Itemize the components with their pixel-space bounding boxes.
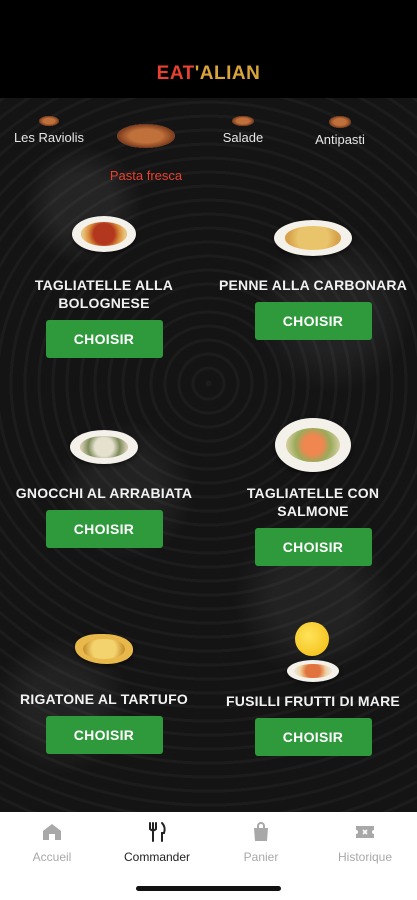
choose-button[interactable]: CHOISIR xyxy=(254,528,372,566)
nav-label: Accueil xyxy=(32,850,72,864)
dish-image xyxy=(75,634,133,664)
nav-accueil[interactable]: Accueil xyxy=(2,820,102,864)
nav-historique[interactable]: Historique xyxy=(315,820,415,864)
dish-name: RIGATONE AL TARTUFO xyxy=(20,691,188,707)
dish-card: GNOCCHI AL ARRABIATA CHOISIR xyxy=(4,430,204,548)
category-antipasti[interactable]: Antipasti xyxy=(300,116,380,147)
dish-name: PENNE ALLA CARBONARA xyxy=(218,277,408,293)
category-salade[interactable]: Salade xyxy=(204,116,282,145)
category-les-raviolis[interactable]: Les Raviolis xyxy=(8,116,90,145)
home-indicator xyxy=(136,886,281,891)
dish-card: RIGATONE AL TARTUFO CHOISIR xyxy=(4,634,204,754)
dish-card: PENNE ALLA CARBONARA CHOISIR xyxy=(213,220,413,340)
nav-label: Commander xyxy=(123,850,191,864)
dish-image xyxy=(287,660,339,682)
dish-image xyxy=(274,220,352,256)
antipasti-thumbnail xyxy=(329,116,351,128)
choose-button[interactable]: CHOISIR xyxy=(45,716,163,754)
category-bar[interactable]: Les Raviolis Pasta fresca Salade Antipas… xyxy=(0,98,417,188)
choose-button[interactable]: CHOISIR xyxy=(254,718,372,756)
category-label: Pasta fresca xyxy=(109,168,183,183)
dish-name: FUSILLI FRUTTI DI MARE xyxy=(226,693,400,709)
lemon-garnish xyxy=(295,622,329,656)
category-pasta-fresca[interactable]: Pasta fresca xyxy=(100,124,192,183)
choose-button[interactable]: CHOISIR xyxy=(45,510,163,548)
nav-label: Historique xyxy=(337,850,393,864)
dish-name: TAGLIATELLE CON SALMONE xyxy=(246,485,380,519)
brand-text-eat: EAT xyxy=(156,63,195,84)
choose-button[interactable]: CHOISIR xyxy=(45,320,163,358)
salade-thumbnail xyxy=(232,116,254,126)
app-header: EAT'ALIAN xyxy=(0,0,417,98)
dish-image xyxy=(70,430,138,464)
nav-commander[interactable]: Commander xyxy=(107,820,207,864)
menu-content[interactable]: Les Raviolis Pasta fresca Salade Antipas… xyxy=(0,98,417,812)
nav-panier[interactable]: Panier xyxy=(211,820,311,864)
dish-card: TAGLIATELLE CON SALMONE CHOISIR xyxy=(213,418,413,566)
brand-text-alian: 'ALIAN xyxy=(194,63,261,84)
brand-logo: EAT'ALIAN xyxy=(0,63,417,85)
dish-name: GNOCCHI AL ARRABIATA xyxy=(15,485,193,501)
pasta-fresca-thumbnail xyxy=(117,124,175,148)
dish-image xyxy=(72,216,136,252)
dish-name: TAGLIATELLE ALLA BOLOGNESE xyxy=(34,277,174,311)
choose-button[interactable]: CHOISIR xyxy=(254,302,372,340)
category-label: Les Raviolis xyxy=(13,130,85,145)
bag-icon xyxy=(254,822,268,841)
ticket-icon xyxy=(356,826,374,838)
dish-image xyxy=(275,418,351,472)
nav-label: Panier xyxy=(243,850,279,864)
dish-card: FUSILLI FRUTTI DI MARE CHOISIR xyxy=(213,622,413,756)
category-label: Antipasti xyxy=(315,132,365,147)
dish-card: TAGLIATELLE ALLA BOLOGNESE CHOISIR xyxy=(4,216,204,358)
dish-image-group xyxy=(213,622,413,684)
raviolis-thumbnail xyxy=(39,116,59,126)
cutlery-icon xyxy=(149,822,166,842)
category-label: Salade xyxy=(222,130,264,145)
home-icon xyxy=(43,824,61,840)
